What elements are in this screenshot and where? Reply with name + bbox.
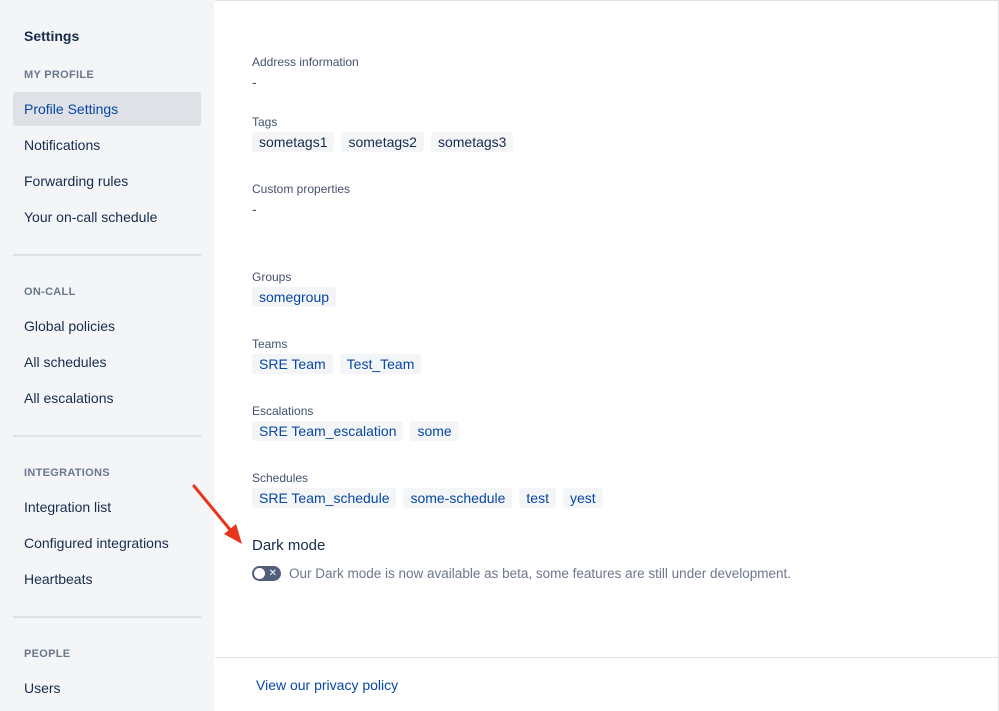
section-heading-integrations: INTEGRATIONS	[24, 467, 110, 479]
teams-list: SRE Team Test_Team	[252, 354, 422, 374]
custom-properties-label: Custom properties	[252, 182, 351, 196]
section-heading-on-call: ON-CALL	[24, 286, 76, 298]
address-value: -	[252, 74, 257, 90]
escalations-label: Escalations	[252, 404, 314, 418]
sidebar-divider	[13, 435, 201, 437]
dark-mode-row: ✕ Our Dark mode is now available as beta…	[252, 566, 791, 581]
sidebar-title: Settings	[24, 28, 80, 44]
sidebar-item-profile-settings[interactable]: Profile Settings	[13, 92, 201, 126]
sidebar-divider	[13, 254, 201, 256]
escalations-list: SRE Team_escalation some	[252, 421, 459, 441]
sidebar-item-heartbeats[interactable]: Heartbeats	[13, 562, 201, 596]
sidebar-item-configured-integrations[interactable]: Configured integrations	[13, 526, 201, 560]
dark-mode-toggle[interactable]: ✕	[252, 566, 281, 581]
escalation-link[interactable]: some	[410, 421, 459, 441]
privacy-policy-link[interactable]: View our privacy policy	[256, 677, 398, 693]
tags-label: Tags	[252, 115, 278, 129]
dark-mode-description: Our Dark mode is now available as beta, …	[289, 566, 792, 581]
sidebar-item-users[interactable]: Users	[13, 671, 201, 705]
sidebar-item-all-escalations[interactable]: All escalations	[13, 381, 201, 415]
escalation-link[interactable]: SRE Team_escalation	[252, 421, 404, 441]
sidebar-item-global-policies[interactable]: Global policies	[13, 309, 201, 343]
tag-chip: sometags3	[430, 132, 514, 152]
annotation-arrow-icon	[192, 484, 242, 544]
groups-list: somegroup	[252, 287, 337, 307]
settings-sidebar: Settings MY PROFILE Profile Settings Not…	[0, 0, 214, 711]
custom-properties-value: -	[252, 201, 257, 217]
profile-settings-panel: Address information - Tags sometags1 som…	[215, 0, 999, 711]
toggle-knob	[254, 568, 265, 579]
schedules-list: SRE Team_schedule some-schedule test yes…	[252, 488, 603, 508]
schedule-link[interactable]: SRE Team_schedule	[252, 488, 397, 508]
close-icon: ✕	[268, 568, 277, 579]
sidebar-item-all-schedules[interactable]: All schedules	[13, 345, 201, 379]
footer-divider	[215, 657, 999, 658]
schedule-link[interactable]: yest	[563, 488, 603, 508]
address-label: Address information	[252, 55, 359, 69]
sidebar-divider	[13, 616, 201, 618]
schedule-link[interactable]: some-schedule	[403, 488, 513, 508]
dark-mode-title: Dark mode	[252, 537, 326, 554]
groups-label: Groups	[252, 270, 292, 284]
team-link[interactable]: Test_Team	[339, 354, 422, 374]
schedule-link[interactable]: test	[519, 488, 556, 508]
schedules-label: Schedules	[252, 471, 309, 485]
tags-list: sometags1 sometags2 sometags3	[252, 132, 514, 152]
group-link[interactable]: somegroup	[252, 287, 337, 307]
section-heading-people: PEOPLE	[24, 648, 71, 660]
sidebar-item-notifications[interactable]: Notifications	[13, 128, 201, 162]
team-link[interactable]: SRE Team	[252, 354, 333, 374]
tag-chip: sometags2	[341, 132, 424, 152]
section-heading-my-profile: MY PROFILE	[24, 69, 95, 81]
sidebar-item-on-call-schedule[interactable]: Your on-call schedule	[13, 200, 201, 234]
sidebar-item-integration-list[interactable]: Integration list	[13, 490, 201, 524]
sidebar-item-forwarding-rules[interactable]: Forwarding rules	[13, 164, 201, 198]
tag-chip: sometags1	[252, 132, 335, 152]
teams-label: Teams	[252, 337, 288, 351]
